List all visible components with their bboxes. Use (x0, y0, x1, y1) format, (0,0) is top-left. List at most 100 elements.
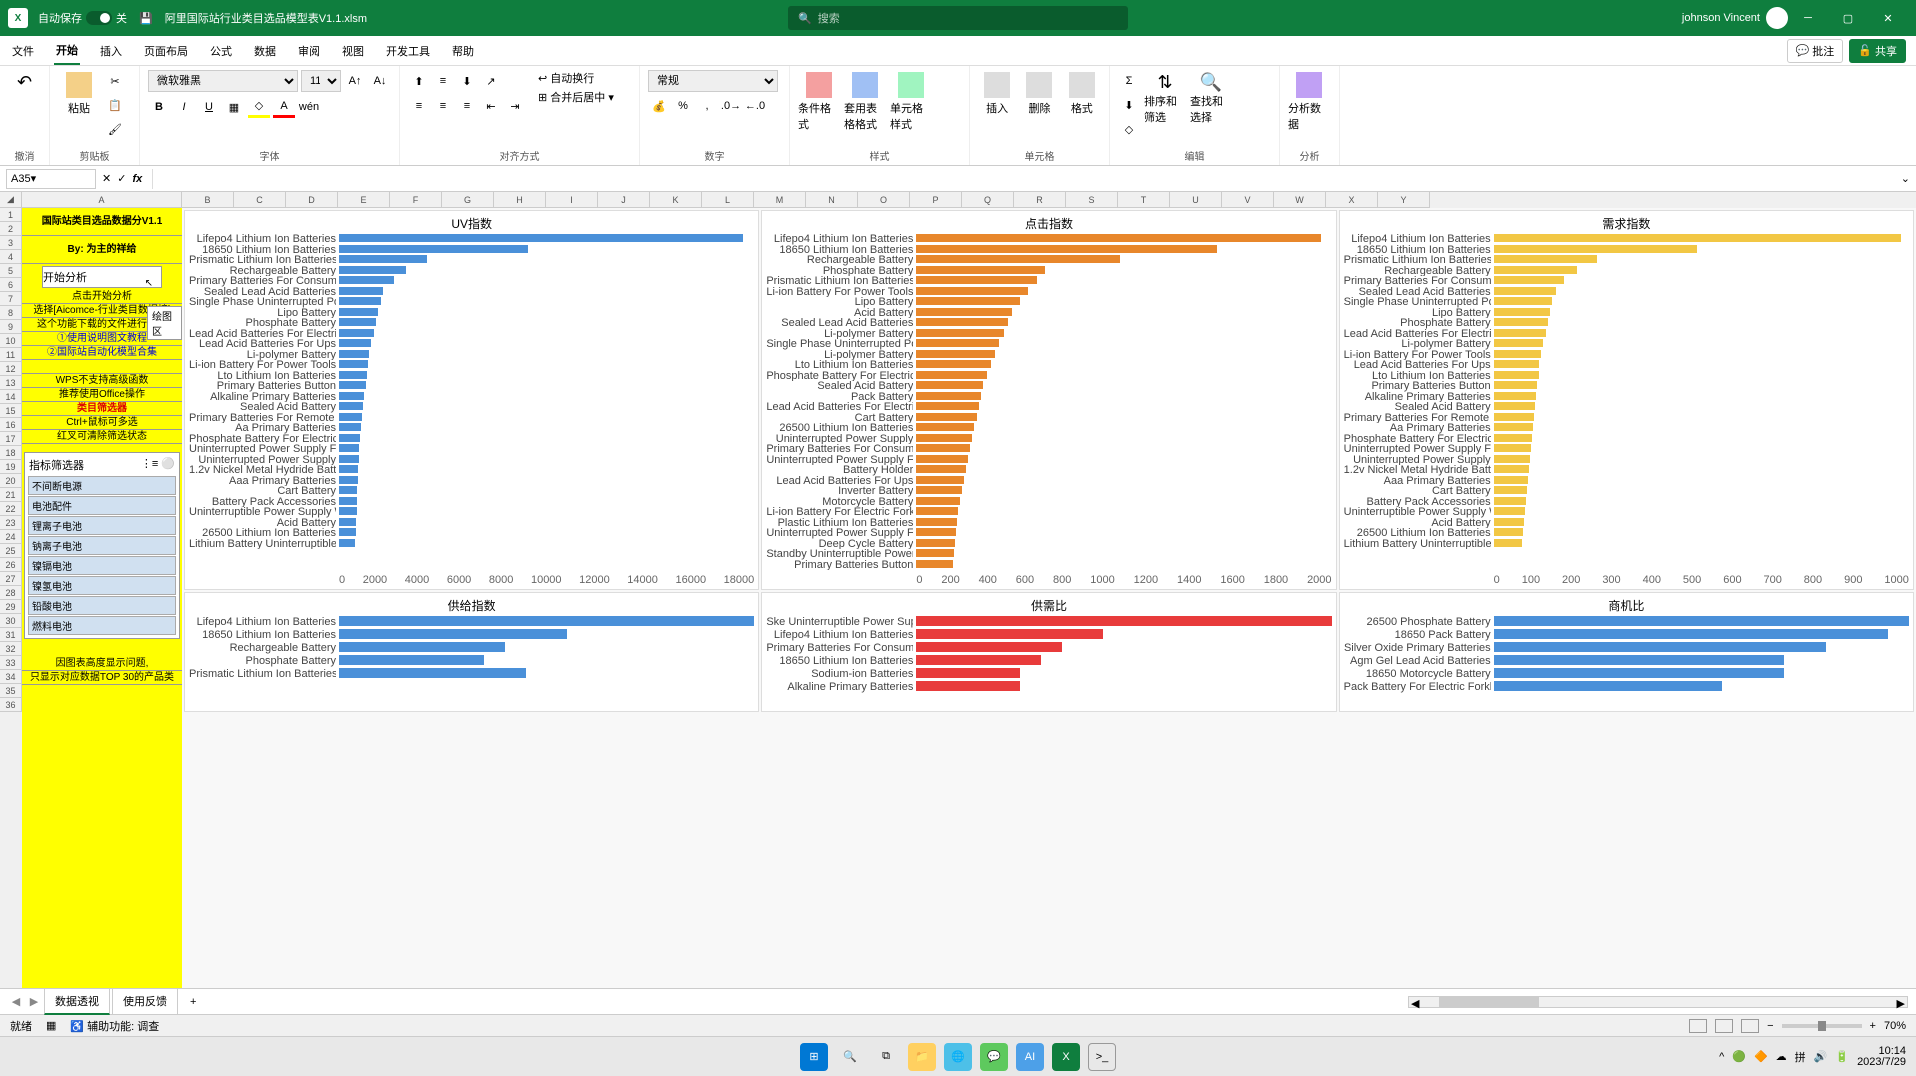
sheet-tab[interactable]: 数据透视 (44, 988, 110, 1015)
row-header[interactable]: 2 (0, 222, 22, 236)
wechat-button[interactable]: 💬 (980, 1043, 1008, 1071)
row-header[interactable]: 20 (0, 474, 22, 488)
row-header[interactable]: 6 (0, 278, 22, 292)
user-area[interactable]: johnson Vincent (1682, 7, 1788, 29)
add-sheet-button[interactable]: + (190, 996, 196, 1008)
cmd-button[interactable]: >_ (1088, 1043, 1116, 1071)
align-left-button[interactable]: ≡ (408, 95, 430, 117)
ribbon-tab[interactable]: 页面布局 (142, 38, 190, 64)
underline-button[interactable]: U (198, 96, 220, 118)
indent-inc-button[interactable]: ⇥ (504, 95, 526, 117)
zoom-in-button[interactable]: + (1870, 1020, 1876, 1032)
row-header[interactable]: 1 (0, 208, 22, 222)
ribbon-tab[interactable]: 数据 (252, 38, 278, 64)
indent-dec-button[interactable]: ⇤ (480, 95, 502, 117)
row-header[interactable]: 8 (0, 306, 22, 320)
zoom-slider[interactable] (1782, 1024, 1862, 1028)
row-header[interactable]: 26 (0, 558, 22, 572)
filter-item[interactable]: 不间断电源 (28, 476, 176, 495)
row-header[interactable]: 27 (0, 572, 22, 586)
align-top-button[interactable]: ⬆ (408, 70, 430, 92)
table-format-button[interactable]: 套用表格格式 (844, 70, 886, 132)
row-header[interactable]: 13 (0, 376, 22, 390)
font-color-button[interactable]: A (273, 96, 295, 118)
avatar[interactable] (1766, 7, 1788, 29)
cell-style-button[interactable]: 单元格样式 (890, 70, 932, 132)
delete-cells-button[interactable]: 删除 (1020, 70, 1058, 116)
clock[interactable]: 10:142023/7/29 (1857, 1046, 1906, 1068)
tray-icon[interactable]: 🟢 (1732, 1050, 1746, 1063)
row-header[interactable]: 33 (0, 656, 22, 670)
clear-button[interactable]: ◇ (1118, 118, 1140, 140)
volume-icon[interactable]: 🔊 (1814, 1050, 1828, 1063)
analyze-data-button[interactable]: 分析数据 (1288, 70, 1330, 132)
col-header[interactable]: W (1274, 192, 1326, 208)
row-header[interactable]: 34 (0, 670, 22, 684)
font-size-select[interactable]: 11 (301, 70, 341, 92)
ribbon-tab[interactable]: 审阅 (296, 38, 322, 64)
cancel-icon[interactable]: ✕ (102, 172, 111, 185)
sort-filter-button[interactable]: ⇅排序和筛选 (1144, 70, 1186, 125)
filter-item[interactable]: 镍氢电池 (28, 576, 176, 595)
col-header[interactable]: E (338, 192, 390, 208)
increase-font-button[interactable]: A↑ (344, 70, 366, 92)
sheet-next-button[interactable]: ▶ (26, 995, 42, 1008)
col-header[interactable]: H (494, 192, 546, 208)
col-header[interactable]: D (286, 192, 338, 208)
col-header[interactable]: Y (1378, 192, 1430, 208)
filter-item[interactable]: 燃料电池 (28, 616, 176, 635)
app-button[interactable]: AI (1016, 1043, 1044, 1071)
tray-expand-icon[interactable]: ^ (1719, 1051, 1724, 1063)
row-header[interactable]: 36 (0, 698, 22, 712)
align-middle-button[interactable]: ≡ (432, 70, 454, 92)
ribbon-tab[interactable]: 公式 (208, 38, 234, 64)
phonetic-button[interactable]: wén (298, 96, 320, 118)
row-header[interactable]: 16 (0, 418, 22, 432)
row-header[interactable]: 5 (0, 264, 22, 278)
chart-ratio[interactable]: 供需比 Ske Uninterruptible Power SupplyLife… (761, 592, 1336, 712)
select-all-corner[interactable]: ◢ (0, 192, 22, 208)
col-header[interactable]: I (546, 192, 598, 208)
col-header[interactable]: R (1014, 192, 1066, 208)
cond-format-button[interactable]: 条件格式 (798, 70, 840, 132)
col-header[interactable]: V (1222, 192, 1274, 208)
ribbon-tab[interactable]: 开发工具 (384, 38, 432, 64)
col-header[interactable]: K (650, 192, 702, 208)
ribbon-tab[interactable]: 文件 (10, 38, 36, 64)
dec-dec-button[interactable]: ←.0 (744, 95, 766, 117)
search-box[interactable]: 🔍 搜索 (788, 6, 1128, 30)
col-header[interactable]: C (234, 192, 286, 208)
row-header[interactable]: 9 (0, 320, 22, 334)
row-header[interactable]: 3 (0, 236, 22, 250)
align-center-button[interactable]: ≡ (432, 95, 454, 117)
view-break-button[interactable] (1741, 1019, 1759, 1033)
excel-taskbar-button[interactable]: X (1052, 1043, 1080, 1071)
format-painter-button[interactable]: 🖌 (104, 118, 126, 140)
col-header[interactable]: B (182, 192, 234, 208)
row-header[interactable]: 24 (0, 530, 22, 544)
ribbon-tab[interactable]: 视图 (340, 38, 366, 64)
horizontal-scrollbar[interactable]: ◀▶ (1408, 996, 1908, 1008)
col-header[interactable]: L (702, 192, 754, 208)
col-header[interactable]: X (1326, 192, 1378, 208)
fill-color-button[interactable]: ◇ (248, 96, 270, 118)
accessibility-status[interactable]: ♿ 辅助功能: 调查 (70, 1018, 159, 1034)
col-header[interactable]: M (754, 192, 806, 208)
col-header[interactable]: S (1066, 192, 1118, 208)
percent-button[interactable]: % (672, 95, 694, 117)
align-bottom-button[interactable]: ⬇ (456, 70, 478, 92)
start-analysis-button[interactable]: 开始分析↖ (42, 266, 162, 288)
start-button[interactable]: ⊞ (800, 1043, 828, 1071)
zoom-out-button[interactable]: − (1767, 1020, 1773, 1032)
edge-button[interactable]: 🌐 (944, 1043, 972, 1071)
taskview-button[interactable]: ⧉ (872, 1043, 900, 1071)
minimize-button[interactable]: ─ (1788, 0, 1828, 36)
col-header[interactable]: Q (962, 192, 1014, 208)
cut-button[interactable]: ✂ (104, 70, 126, 92)
ribbon-tab[interactable]: 插入 (98, 38, 124, 64)
sum-button[interactable]: Σ (1118, 70, 1140, 92)
col-header[interactable]: N (806, 192, 858, 208)
comma-button[interactable]: , (696, 95, 718, 117)
orientation-button[interactable]: ↗ (480, 70, 502, 92)
row-header[interactable]: 21 (0, 488, 22, 502)
